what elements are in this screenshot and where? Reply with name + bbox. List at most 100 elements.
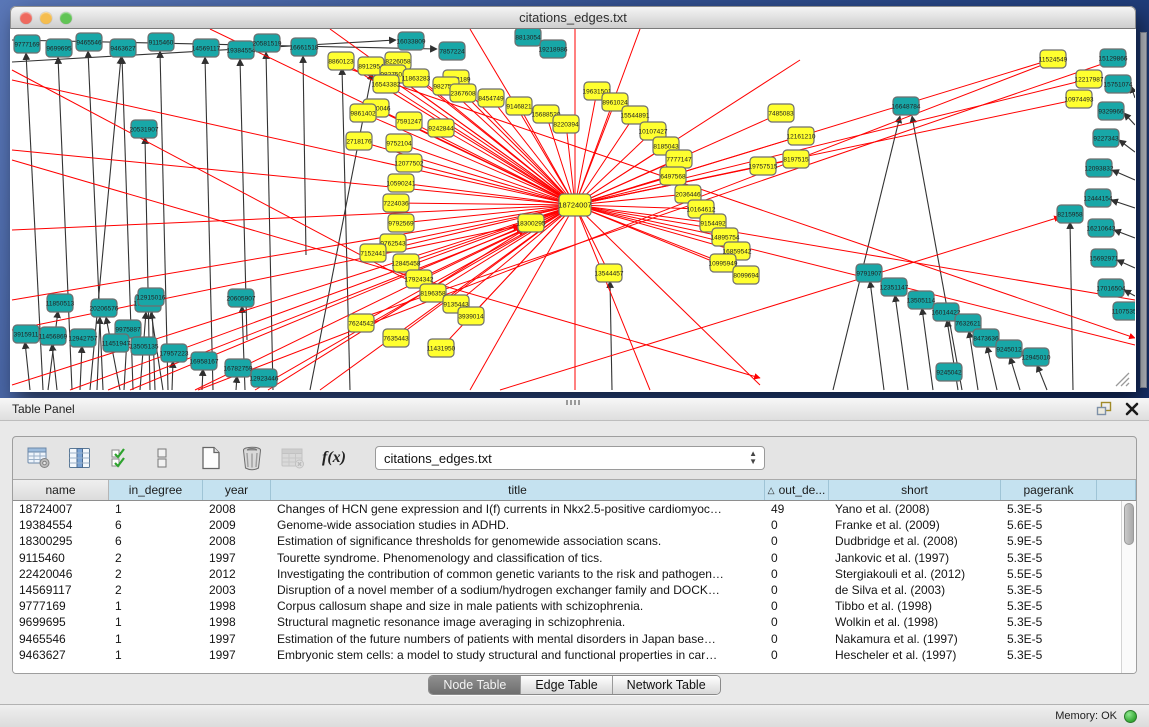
delete-column-icon[interactable] bbox=[279, 444, 307, 472]
graph-node[interactable]: 16782759 bbox=[224, 359, 253, 377]
window-resize-grip[interactable] bbox=[1112, 369, 1130, 387]
graph-node[interactable]: 7635443 bbox=[383, 329, 409, 347]
graph-node[interactable]: 12093832 bbox=[1085, 159, 1114, 177]
graph-node[interactable]: 12942757 bbox=[69, 329, 98, 347]
table-select-dropdown[interactable]: citations_edges.txt ▲▼ bbox=[375, 446, 765, 470]
graph-node[interactable]: 17957223 bbox=[160, 344, 189, 362]
minimize-button[interactable] bbox=[40, 12, 52, 24]
splitter-grip[interactable] bbox=[566, 400, 582, 405]
graph-node[interactable]: 9242844 bbox=[428, 119, 454, 137]
graph-node[interactable]: 7485083 bbox=[768, 104, 794, 122]
table-row[interactable]: 1456911722003Disruption of a novel membe… bbox=[13, 582, 1121, 598]
graph-node[interactable]: 20605907 bbox=[227, 289, 256, 307]
graph-node[interactable]: 20531907 bbox=[130, 120, 159, 138]
graph-node[interactable]: 18300295 bbox=[517, 214, 546, 232]
network-window-titlebar[interactable]: citations_edges.txt bbox=[10, 6, 1136, 29]
network-view-window[interactable]: citations_edges.txt 97771699699695946554… bbox=[10, 6, 1136, 392]
graph-node[interactable]: 15751074 bbox=[1104, 75, 1133, 93]
select-column-icon[interactable] bbox=[66, 444, 94, 472]
column-header-year[interactable]: year bbox=[203, 480, 271, 500]
table-row[interactable]: 946554611997Estimation of the future num… bbox=[13, 631, 1121, 647]
graph-node[interactable]: 13544457 bbox=[595, 264, 624, 282]
graph-node[interactable]: 9329966 bbox=[1098, 102, 1124, 120]
close-panel-icon[interactable] bbox=[1125, 402, 1139, 416]
table-row[interactable]: 911546021997Tourette syndrome. Phenomeno… bbox=[13, 550, 1121, 566]
graph-node[interactable]: 9791907 bbox=[856, 264, 882, 282]
graph-node[interactable]: 9792569 bbox=[388, 214, 414, 232]
graph-node[interactable]: 7857224 bbox=[439, 42, 465, 60]
table-row[interactable]: 1938455462009Genome-wide association stu… bbox=[13, 517, 1121, 533]
float-panel-icon[interactable] bbox=[1096, 400, 1113, 417]
column-header-pagerank[interactable]: pagerank bbox=[1001, 480, 1097, 500]
graph-node[interactable]: 8099694 bbox=[733, 266, 759, 284]
graph-node[interactable]: 12077502 bbox=[395, 154, 424, 172]
table-row[interactable]: 1872400712008Changes of HCN gene express… bbox=[13, 501, 1121, 517]
graph-node[interactable]: 14569117 bbox=[192, 39, 221, 57]
graph-node[interactable]: 12923446 bbox=[250, 369, 279, 387]
graph-node[interactable]: 11431950 bbox=[427, 339, 456, 357]
table-scrollbar[interactable] bbox=[1121, 501, 1136, 673]
graph-node[interactable]: 11075353 bbox=[1112, 302, 1135, 320]
close-button[interactable] bbox=[20, 12, 32, 24]
graph-node[interactable]: 8454749 bbox=[478, 89, 504, 107]
column-header-in_degree[interactable]: in_degree bbox=[109, 480, 203, 500]
graph-node[interactable]: 12351147 bbox=[880, 278, 909, 296]
delete-trash-icon[interactable] bbox=[238, 444, 266, 472]
graph-node[interactable]: 8860123 bbox=[328, 52, 354, 70]
graph-node[interactable]: 9465546 bbox=[76, 33, 102, 51]
column-checklist-icon[interactable] bbox=[107, 444, 135, 472]
graph-node[interactable]: 11850513 bbox=[46, 294, 75, 312]
create-table-icon[interactable] bbox=[197, 444, 225, 472]
graph-node[interactable]: 9752104 bbox=[386, 134, 412, 152]
graph-node[interactable]: 12845458 bbox=[392, 254, 421, 272]
graph-node[interactable]: 8473636 bbox=[973, 329, 999, 347]
column-header-name[interactable]: name bbox=[13, 480, 109, 500]
tab-edge-table[interactable]: Edge Table bbox=[521, 676, 612, 694]
graph-node[interactable]: 12444154 bbox=[1084, 189, 1113, 207]
column-header-title[interactable]: title bbox=[271, 480, 765, 500]
graph-node[interactable]: 7152441 bbox=[360, 244, 386, 262]
table-settings-icon[interactable] bbox=[25, 444, 53, 472]
tab-network-table[interactable]: Network Table bbox=[613, 676, 720, 694]
graph-node[interactable]: 3915911 bbox=[13, 325, 39, 343]
table-row[interactable]: 946362711997Embryonic stem cells: a mode… bbox=[13, 647, 1121, 663]
graph-node[interactable]: 11456869 bbox=[39, 327, 68, 345]
graph-node[interactable]: 12161210 bbox=[787, 127, 816, 145]
graph-node[interactable]: 19218986 bbox=[539, 40, 568, 58]
table-row[interactable]: 977716911998Corpus callosum shape and si… bbox=[13, 598, 1121, 614]
table-row[interactable]: 969969511998Structural magnetic resonanc… bbox=[13, 614, 1121, 630]
graph-node[interactable]: 9146821 bbox=[506, 97, 532, 115]
column-header-short[interactable]: short bbox=[829, 480, 1001, 500]
graph-node[interactable]: 16648784 bbox=[892, 97, 921, 115]
graph-node[interactable]: 16958167 bbox=[190, 352, 219, 370]
graph-node[interactable]: 8220394 bbox=[553, 115, 579, 133]
citation-graph[interactable]: 9777169969969594655469463627911546014569… bbox=[11, 29, 1135, 391]
graph-node[interactable]: 9463627 bbox=[110, 39, 136, 57]
graph-node[interactable]: 20206576 bbox=[90, 299, 119, 317]
graph-node[interactable]: 2718176 bbox=[346, 132, 372, 150]
table-row[interactable]: 2242004622012Investigating the contribut… bbox=[13, 566, 1121, 582]
graph-node[interactable]: 6497568 bbox=[660, 167, 686, 185]
graph-node[interactable]: 7224036 bbox=[383, 194, 409, 212]
graph-node[interactable]: 11863283 bbox=[402, 69, 431, 87]
table-panel-header[interactable]: Table Panel bbox=[0, 398, 1149, 421]
graph-node[interactable]: 8215958 bbox=[1057, 205, 1083, 223]
graph-node[interactable]: 19757515 bbox=[749, 157, 778, 175]
row-panel-icon[interactable] bbox=[148, 444, 176, 472]
graph-node[interactable]: 3939014 bbox=[458, 307, 484, 325]
graph-node[interactable]: 8813054 bbox=[515, 29, 541, 46]
graph-node[interactable]: 19384554 bbox=[227, 41, 256, 59]
table-scrollbar-thumb[interactable] bbox=[1124, 503, 1134, 545]
graph-node[interactable]: 20581519 bbox=[253, 34, 282, 52]
graph-node[interactable]: 9861402 bbox=[350, 104, 376, 122]
graph-node[interactable]: 9699695 bbox=[46, 39, 72, 57]
network-canvas[interactable]: 9777169969969594655469463627911546014569… bbox=[11, 29, 1135, 392]
graph-node[interactable]: 10974493 bbox=[1065, 90, 1094, 108]
graph-node[interactable]: 9245042 bbox=[936, 363, 962, 381]
graph-node[interactable]: 10590241 bbox=[387, 174, 416, 192]
graph-node[interactable]: 15544891 bbox=[621, 106, 650, 124]
graph-node[interactable]: 12217987 bbox=[1075, 70, 1104, 88]
tab-node-table[interactable]: Node Table bbox=[429, 676, 521, 694]
graph-node[interactable]: 11451947 bbox=[102, 334, 131, 352]
graph-node[interactable]: 7777147 bbox=[666, 150, 692, 168]
